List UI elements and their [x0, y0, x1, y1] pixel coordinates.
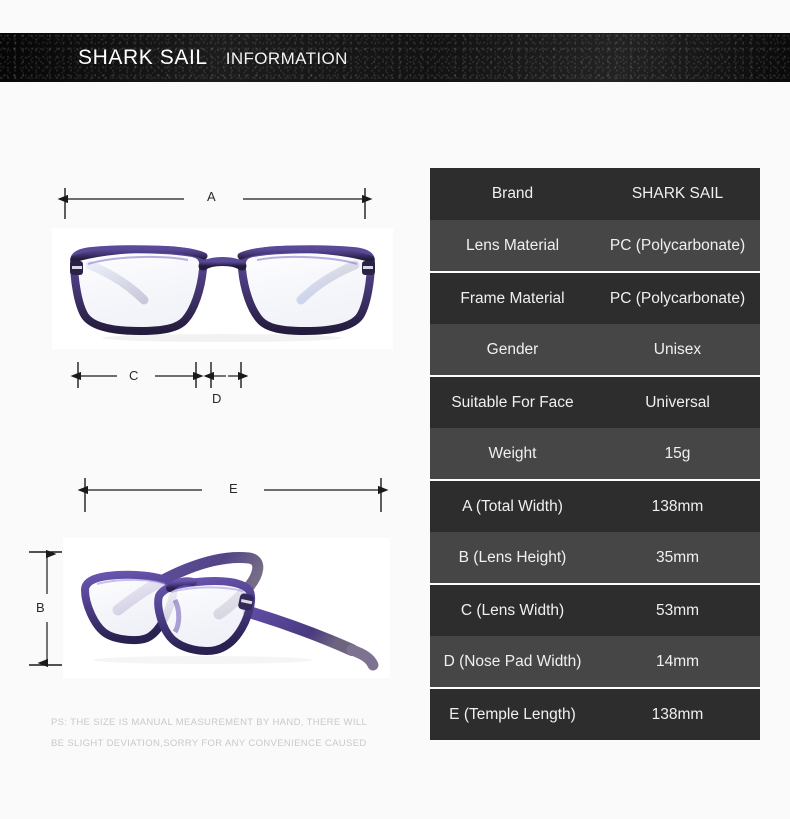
- spec-value: 138mm: [595, 687, 760, 740]
- dimension-label-e: E: [229, 481, 238, 496]
- spec-value: Universal: [595, 375, 760, 428]
- spec-key: Weight: [430, 428, 595, 480]
- spec-row: Brand SHARK SAIL: [430, 168, 760, 220]
- dimension-D: [203, 362, 249, 388]
- spec-row: Suitable For Face Universal: [430, 375, 760, 428]
- spec-value: 35mm: [595, 532, 760, 584]
- dimension-B: [29, 549, 62, 668]
- spec-row: Lens Material PC (Polycarbonate): [430, 220, 760, 272]
- spec-key: E (Temple Length): [430, 687, 595, 740]
- spec-key: Frame Material: [430, 271, 595, 324]
- brand-name: SHARK SAIL: [78, 45, 208, 69]
- spec-value: PC (Polycarbonate): [595, 271, 760, 324]
- page-header-banner: SHARK SAIL INFORMATION: [0, 33, 790, 82]
- eyeglasses-front-illustration: [52, 228, 393, 349]
- spec-key: D (Nose Pad Width): [430, 636, 595, 688]
- spec-row: E (Temple Length) 138mm: [430, 687, 760, 740]
- spec-value: 14mm: [595, 636, 760, 688]
- spec-key: A (Total Width): [430, 479, 595, 532]
- dimension-label-b: B: [36, 600, 45, 615]
- dimension-label-d: D: [212, 391, 222, 406]
- dimension-label-c: C: [129, 368, 139, 383]
- spec-value: Unisex: [595, 324, 760, 376]
- header-title-group: SHARK SAIL INFORMATION: [78, 46, 348, 70]
- spec-value: SHARK SAIL: [595, 168, 760, 220]
- eyeglasses-angled-view-photo: [63, 538, 390, 678]
- eyeglasses-angled-illustration: [63, 538, 390, 678]
- measurement-disclaimer: PS: THE SIZE IS MANUAL MEASUREMENT BY HA…: [51, 712, 391, 754]
- eyeglasses-front-view-photo: [52, 228, 393, 349]
- dimension-label-a: A: [207, 189, 216, 204]
- spec-row: A (Total Width) 138mm: [430, 479, 760, 532]
- specification-table: Brand SHARK SAIL Lens Material PC (Polycarb…: [430, 168, 760, 740]
- spec-row: Gender Unisex: [430, 324, 760, 376]
- spec-row: Weight 15g: [430, 428, 760, 480]
- disclaimer-line-1: PS: THE SIZE IS MANUAL MEASUREMENT BY HA…: [51, 717, 368, 728]
- specification-table-body: Brand SHARK SAIL Lens Material PC (Polycarb…: [430, 168, 760, 740]
- section-heading: INFORMATION: [225, 48, 348, 68]
- spec-key: Lens Material: [430, 220, 595, 272]
- spec-key: C (Lens Width): [430, 583, 595, 636]
- spec-row: Frame Material PC (Polycarbonate): [430, 271, 760, 324]
- spec-value: 138mm: [595, 479, 760, 532]
- disclaimer-line-2: BE SLIGHT DEVIATION,SORRY FOR ANY CONVEN…: [51, 738, 367, 749]
- spec-row: B (Lens Height) 35mm: [430, 532, 760, 584]
- spec-key: Suitable For Face: [430, 375, 595, 428]
- spec-row: C (Lens Width) 53mm: [430, 583, 760, 636]
- spec-row: D (Nose Pad Width) 14mm: [430, 636, 760, 688]
- spec-value: 15g: [595, 428, 760, 480]
- product-information-page: SHARK SAIL INFORMATION A C D E B PS: THE…: [0, 0, 790, 819]
- spec-value: 53mm: [595, 583, 760, 636]
- spec-key: Brand: [430, 168, 595, 220]
- spec-key: Gender: [430, 324, 595, 376]
- spec-value: PC (Polycarbonate): [595, 220, 760, 272]
- spec-key: B (Lens Height): [430, 532, 595, 584]
